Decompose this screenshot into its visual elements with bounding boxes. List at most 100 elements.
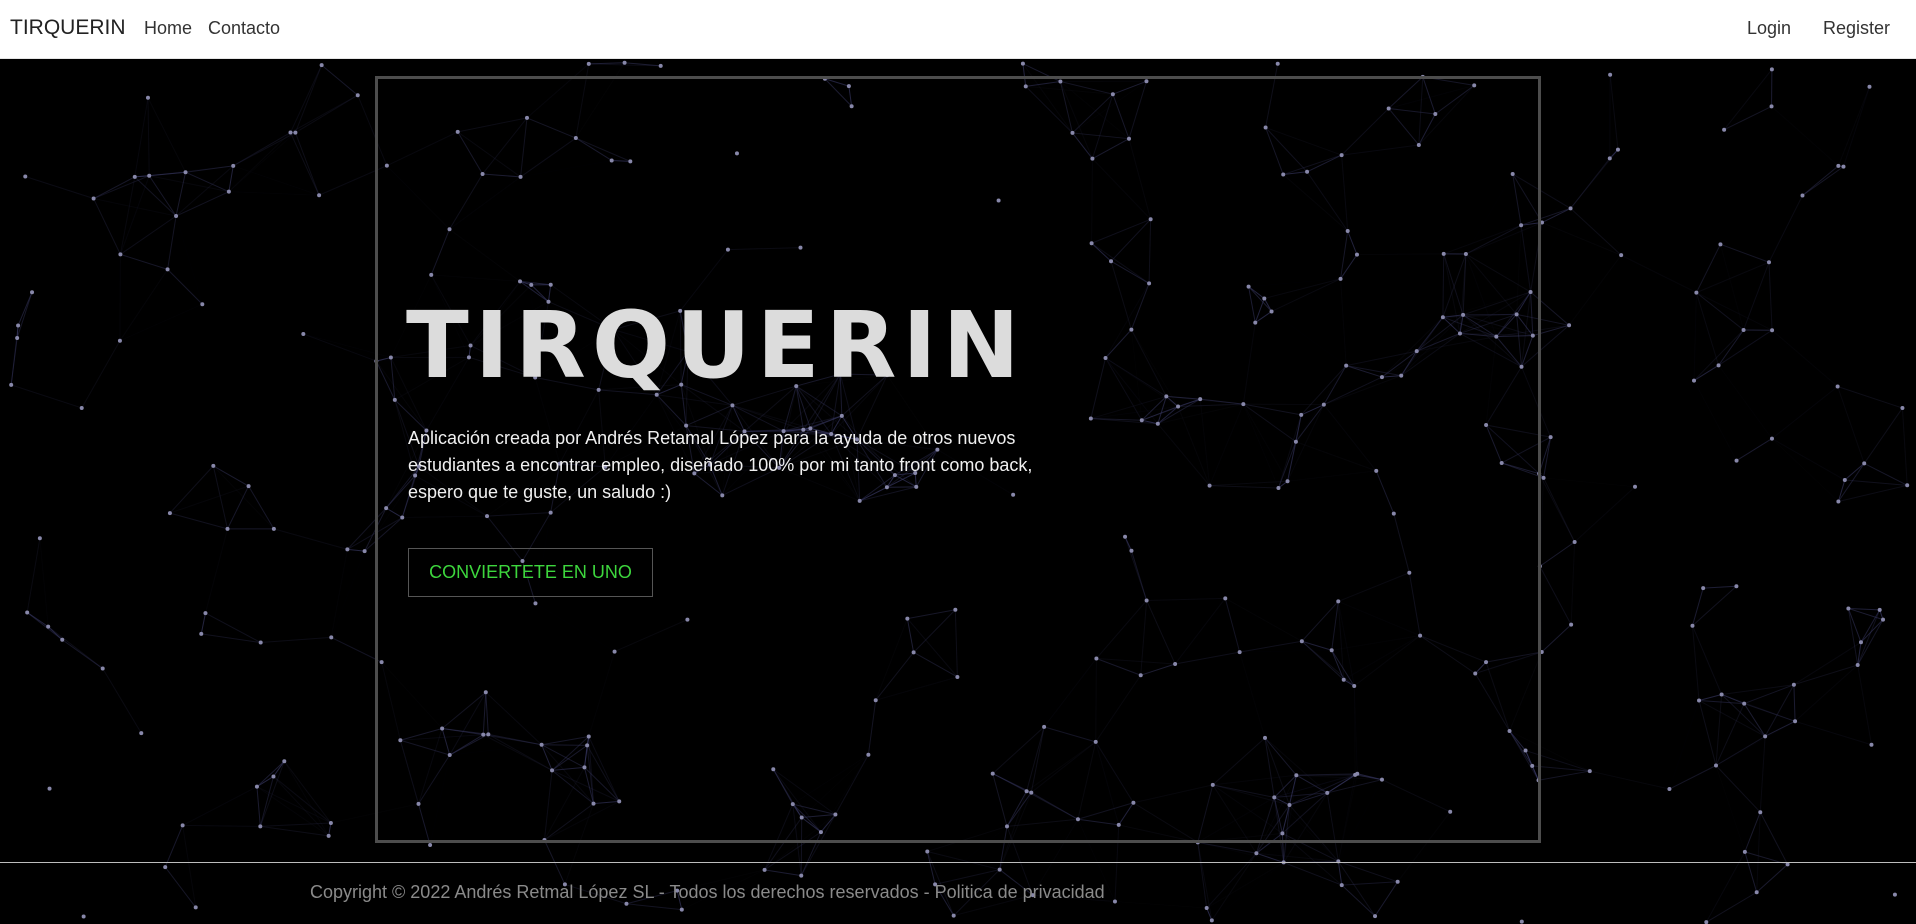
particle-link <box>1743 703 1766 737</box>
login-link[interactable]: Login <box>1747 18 1791 39</box>
particle-dot <box>319 63 324 68</box>
particle-link <box>1538 770 1590 781</box>
particle-link <box>330 549 348 638</box>
particle-link <box>256 760 285 788</box>
particle-dot <box>79 405 84 410</box>
particle-link <box>1857 664 1872 745</box>
particle-link <box>1543 477 1576 543</box>
particle-link <box>1703 585 1737 589</box>
particle-dot <box>1204 906 1209 911</box>
particle-dot <box>1112 899 1117 904</box>
particle-link <box>1756 812 1761 893</box>
particle-dot <box>1835 384 1840 389</box>
particle-dot <box>1690 623 1695 628</box>
particle-dot <box>37 536 42 541</box>
particle-dot <box>329 635 334 640</box>
particle-link <box>167 215 177 270</box>
particle-dot <box>282 759 287 764</box>
particle-link <box>1845 408 1903 480</box>
particle-link <box>248 485 275 530</box>
particle-link <box>1692 626 1744 704</box>
particle-dot <box>25 610 30 615</box>
particle-dot <box>1734 458 1739 463</box>
particle-link <box>1744 851 1758 893</box>
particle-link <box>1570 541 1576 625</box>
particle-link <box>256 786 329 837</box>
particle-link <box>1716 766 1745 852</box>
particle-dot <box>1373 914 1378 919</box>
particle-link <box>260 822 331 827</box>
particle-link <box>164 825 184 868</box>
particle-link <box>1197 841 1284 863</box>
particle-dot <box>951 913 956 918</box>
particle-dot <box>258 824 263 829</box>
particle-link <box>260 636 332 644</box>
particle-link <box>1719 365 1772 438</box>
particle-dot <box>46 624 51 629</box>
register-link[interactable]: Register <box>1823 18 1890 39</box>
particle-link <box>134 176 177 217</box>
particle-link <box>1341 881 1398 886</box>
particle-dot <box>1900 406 1905 411</box>
particle-link <box>182 825 197 908</box>
particle-dot <box>586 61 591 66</box>
particle-dot <box>799 873 804 878</box>
particle-dot <box>1742 849 1747 854</box>
particle-dot <box>1519 919 1524 924</box>
particle-dot <box>211 463 216 468</box>
particle-dot <box>1769 436 1774 441</box>
particle-link <box>1589 770 1670 790</box>
particle-link <box>1211 853 1257 921</box>
particle-link <box>25 175 94 200</box>
particle-link <box>1716 721 1795 765</box>
particle-dot <box>1892 892 1897 897</box>
particle-dot <box>16 323 21 328</box>
particle-dot <box>1867 84 1872 89</box>
particle-dot <box>1836 163 1841 168</box>
particle-link <box>1197 842 1208 909</box>
particle-link <box>1574 486 1636 543</box>
particle-dot <box>203 611 208 616</box>
particle-dot <box>301 331 306 336</box>
particle-link <box>16 292 33 339</box>
particle-link <box>1744 684 1795 705</box>
particle-dot <box>1842 478 1847 483</box>
particle-dot <box>118 252 123 257</box>
particle-dot <box>1862 461 1867 466</box>
particle-link <box>119 176 136 255</box>
particle-link <box>1568 254 1622 326</box>
particle-dot <box>1841 164 1846 169</box>
nav-home-link[interactable]: Home <box>144 18 192 39</box>
particle-dot <box>1877 607 1882 612</box>
particle-link <box>61 639 103 669</box>
particle-dot <box>1615 147 1620 152</box>
particle-dot <box>1905 483 1910 488</box>
particle-dot <box>258 640 263 645</box>
particle-link <box>149 175 229 193</box>
footer-copyright: Copyright © 2022 Andrés Retmal López SL … <box>310 882 1105 902</box>
particle-dot <box>47 786 52 791</box>
particle-dot <box>317 193 322 198</box>
particle-link <box>1794 664 1859 722</box>
particle-dot <box>23 174 28 179</box>
nav-contact-link[interactable]: Contacto <box>208 18 280 39</box>
particle-link <box>147 97 186 173</box>
particle-dot <box>622 60 627 65</box>
particle-link <box>93 198 121 255</box>
cta-button[interactable]: CONVIERTETE EN UNO <box>408 548 653 597</box>
particle-link <box>1715 765 1761 813</box>
particle-link <box>1541 624 1572 653</box>
particle-link <box>1723 105 1772 131</box>
footer-divider <box>0 862 1916 863</box>
particle-link <box>927 850 1000 871</box>
particle-link <box>182 824 261 827</box>
particle-link <box>294 132 320 196</box>
particle-link <box>1768 262 1773 331</box>
particle-dot <box>246 484 251 489</box>
particle-dot <box>658 63 663 68</box>
particle-link <box>1759 811 1789 865</box>
particle-dot <box>1714 763 1719 768</box>
particle-dot <box>1769 104 1774 109</box>
brand-link[interactable]: TIRQUERIN <box>10 16 126 40</box>
particle-link <box>1539 541 1575 567</box>
